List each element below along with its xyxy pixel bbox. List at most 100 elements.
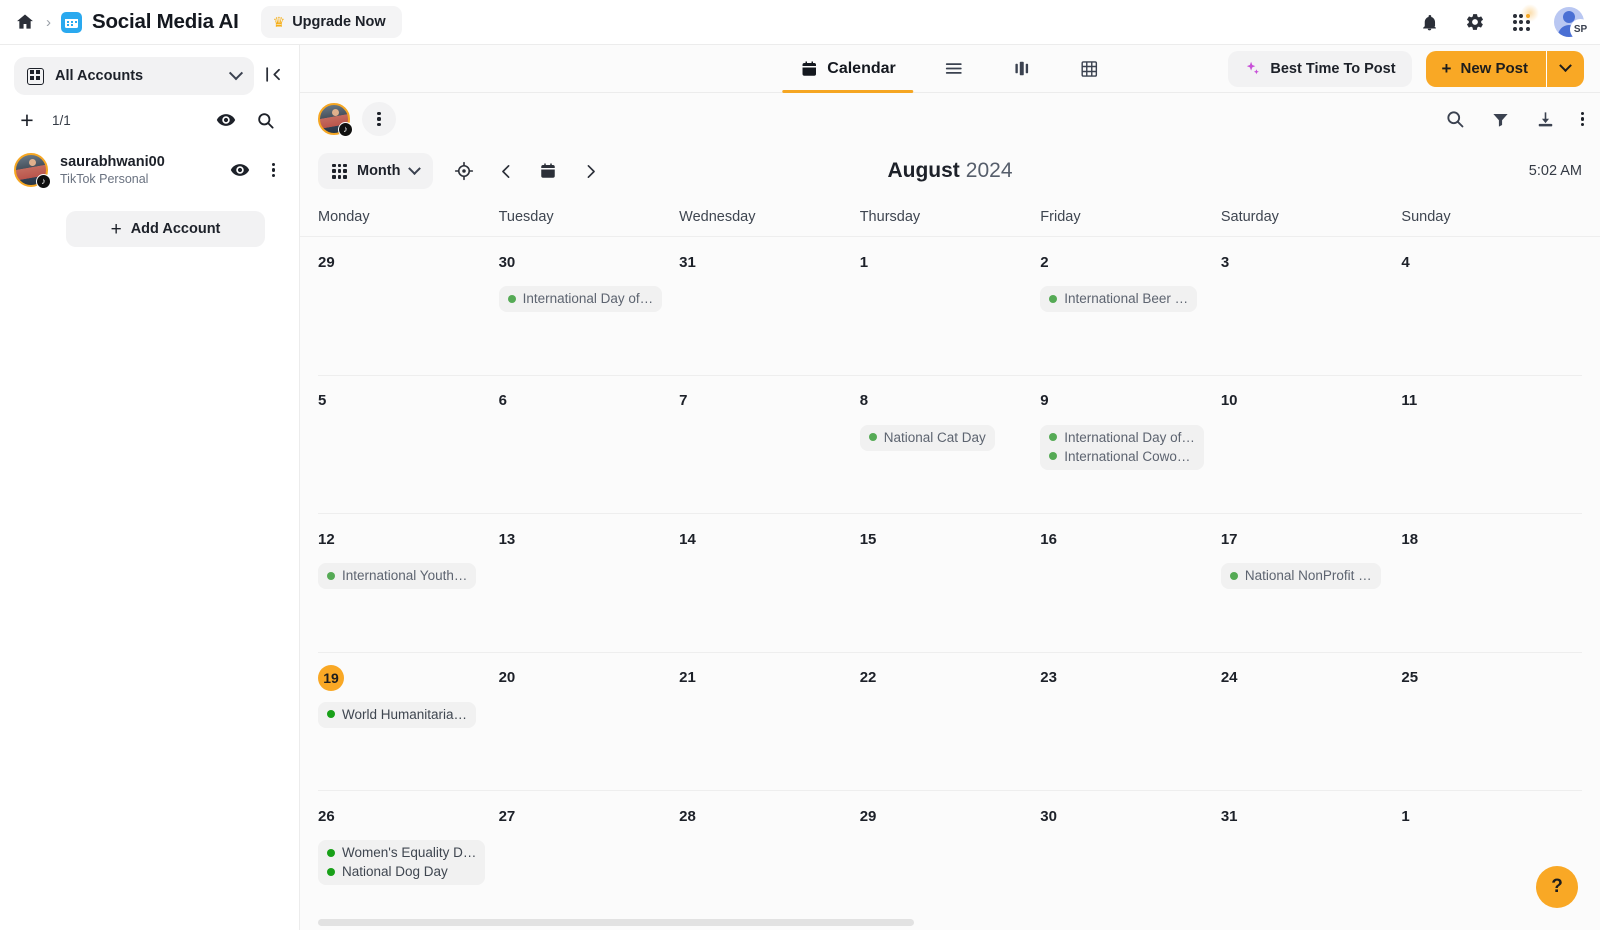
calendar-event[interactable]: National Cat Day [868,430,986,445]
eye-icon[interactable] [230,160,250,180]
calendar-day-cell[interactable]: 16 [1040,526,1221,652]
new-post-dropdown-button[interactable] [1546,50,1584,87]
calendar-day-cell[interactable]: 31 [1221,803,1402,930]
calendar-event[interactable]: World Humanitaria… [327,707,467,722]
app-root: › Social Media AI ♛ Upgrade Now SP All A… [0,0,1600,930]
calendar-day-number: 10 [1220,392,1238,410]
calendar-day-number: 24 [1220,669,1238,687]
tab-list[interactable] [920,45,989,93]
calendar-event-group[interactable]: International Beer … [1040,286,1198,312]
calendar-day-cell[interactable]: 30 International Day of… [498,249,680,375]
search-icon[interactable] [1445,109,1465,129]
add-account-button[interactable]: + Add Account [66,211,265,247]
calendar-day-cell[interactable]: 29 [318,249,499,375]
calendar-day-cell[interactable]: 25 [1401,665,1582,791]
calendar-event-group[interactable]: International Day of… [498,286,663,312]
calendar-day-cell[interactable]: 31 [679,249,860,375]
calendar-day-cell[interactable]: 11 [1401,388,1582,514]
calendar-day-cell[interactable]: 8 National Cat Day [859,388,1041,514]
calendar-event[interactable]: National Dog Day [327,864,476,879]
calendar-day-cell[interactable]: 20 [499,665,680,791]
calendar-day-cell[interactable]: 24 [1221,665,1402,791]
calendar-event[interactable]: International Youth… [327,568,467,583]
account-selector[interactable]: All Accounts [14,57,254,95]
calendar-day-cell[interactable]: 4 [1401,249,1582,375]
help-button[interactable]: ? [1536,866,1578,908]
account-name: saurabhwani00 [60,154,165,170]
calendar-event[interactable]: Women's Equality D… [327,845,476,860]
filter-icon[interactable] [1491,110,1510,129]
calendar-day-cell[interactable]: 21 [679,665,860,791]
calendar-event-group[interactable]: National NonProfit … [1220,563,1381,590]
account-strip-more-button[interactable] [362,102,396,136]
calendar-day-cell[interactable]: 10 [1221,388,1402,514]
calendar-day-cell[interactable]: 18 [1401,526,1582,652]
eye-icon[interactable] [216,110,236,130]
calendar-day-cell[interactable]: 2 International Beer … [1040,249,1221,375]
target-icon[interactable] [451,158,477,184]
calendar-day-cell[interactable]: 7 [679,388,860,514]
event-title: International Youth… [342,568,468,584]
more-vertical-icon[interactable] [271,162,275,178]
calendar-day-cell[interactable]: 28 [679,803,860,930]
calendar-day-cell[interactable]: 5 [318,388,499,514]
chevron-left-icon[interactable] [493,158,519,184]
view-tabs-group: Calendar [776,45,1123,93]
collapse-panel-icon[interactable] [264,65,283,84]
tab-board[interactable] [989,45,1056,93]
more-vertical-icon[interactable] [1580,111,1584,127]
view-tabs-actions: Best Time To Post + New Post [1228,50,1584,87]
calendar-day-cell[interactable]: 17 National NonProfit … [1220,526,1402,652]
new-post-button[interactable]: + New Post [1425,50,1546,87]
calendar-event[interactable]: International Day of… [507,291,653,306]
calendar-day-cell[interactable]: 1 [860,249,1041,375]
calendar-day-cell[interactable]: 9 International Day of… International Cowo… [1040,388,1221,514]
calendar-event-group[interactable]: National Cat Day [859,424,995,451]
calendar-day-cell[interactable]: 29 [860,803,1041,930]
download-icon[interactable] [1536,110,1555,129]
account-avatar[interactable]: ♪ [318,103,353,137]
calendar-day-cell[interactable]: 6 [499,388,680,514]
upgrade-label: Upgrade Now [292,14,386,30]
apps-grid-icon[interactable] [1508,4,1539,35]
date-picker-icon[interactable] [535,158,561,184]
calendar-day-cell[interactable]: 27 [499,803,680,930]
calendar-day-cell[interactable]: 22 [860,665,1041,791]
tab-calendar[interactable]: Calendar [776,45,919,93]
sidebar-account-item[interactable]: ♪ saurabhwani00 TikTok Personal [14,147,285,193]
plus-icon[interactable]: + [14,108,40,132]
calendar-event-group[interactable]: World Humanitaria… [318,701,477,728]
calendar-day-cell[interactable]: 3 [1221,249,1402,375]
calendar-event[interactable]: International Cowo… [1049,449,1195,464]
horizontal-scrollbar[interactable] [318,919,1586,926]
search-icon[interactable] [256,111,275,130]
calendar-day-cell[interactable]: 13 [499,526,680,652]
best-time-to-post-button[interactable]: Best Time To Post [1228,50,1412,87]
calendar-event[interactable]: National NonProfit … [1229,568,1372,583]
calendar-day-cell[interactable]: 26 Women's Equality D… National Dog Day [318,803,499,930]
calendar-view-selector[interactable]: Month [318,153,434,189]
tab-table[interactable] [1056,45,1124,93]
weekday-label: Friday [1040,208,1081,225]
calendar-day-cell[interactable]: 15 [860,526,1041,652]
calendar-day-number: 26 [318,807,335,825]
calendar-day-cell[interactable]: 14 [679,526,860,652]
avatar[interactable]: SP [1554,7,1591,40]
calendar-day-cell[interactable]: 12 International Youth… [318,526,499,652]
upgrade-now-button[interactable]: ♛ Upgrade Now [260,6,402,38]
event-title: International Day of… [1064,429,1195,445]
calendar-day-cell[interactable]: 23 [1040,665,1221,791]
calendar-day-cell[interactable]: 30 [1040,803,1221,930]
calendar-day-cell[interactable]: 19 World Humanitaria… [318,664,499,791]
calendar-day-number-today: 19 [318,664,489,691]
calendar-event[interactable]: International Day of… [1049,430,1195,445]
calendar-event-group[interactable]: International Youth… [318,563,477,590]
calendar-event-group[interactable]: International Day of… International Cowo… [1040,424,1204,470]
home-icon[interactable] [14,11,36,33]
calendar-event-group[interactable]: Women's Equality D… National Dog Day [318,840,486,886]
bell-icon[interactable] [1416,9,1442,35]
gear-icon[interactable] [1462,9,1488,35]
calendar-day-number: 30 [498,253,516,271]
calendar-event[interactable]: International Beer … [1049,291,1188,306]
chevron-right-icon[interactable] [577,158,603,184]
